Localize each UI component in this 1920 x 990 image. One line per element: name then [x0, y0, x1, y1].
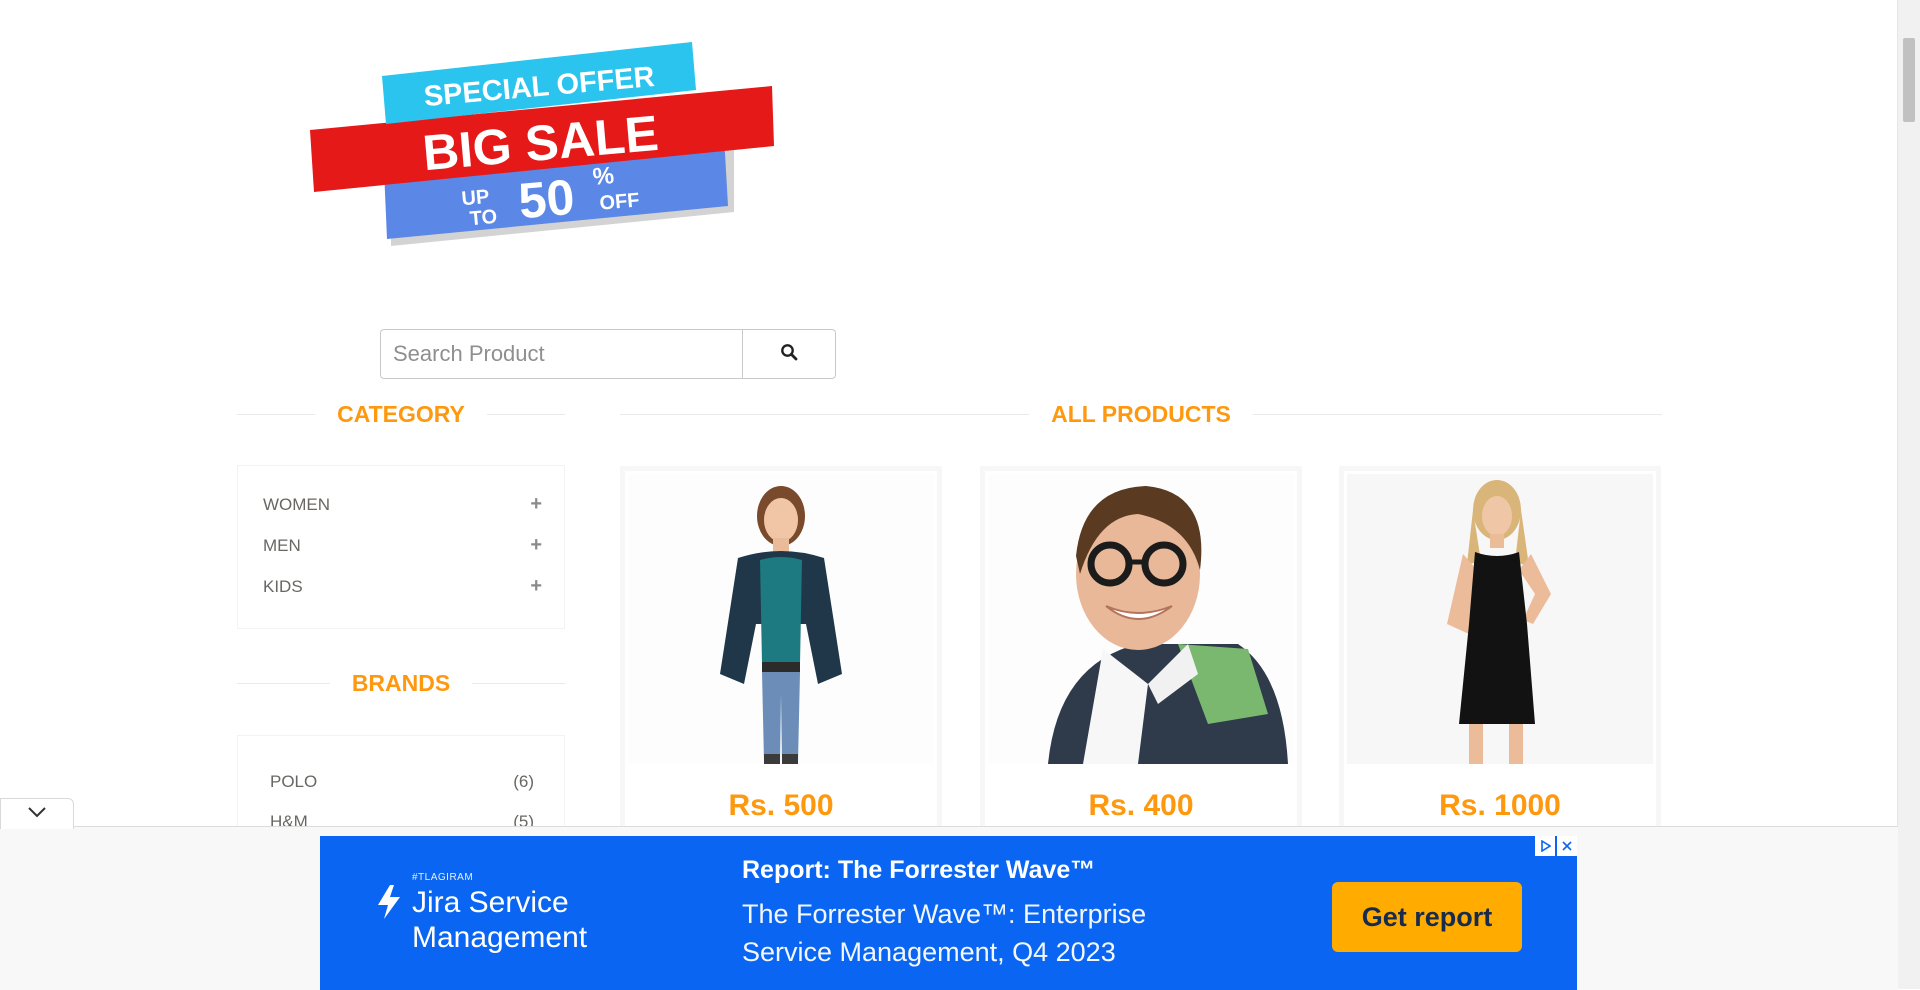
product-image[interactable] [628, 474, 934, 764]
close-icon[interactable] [1557, 836, 1577, 856]
scrollbar-thumb[interactable] [1903, 38, 1915, 122]
category-panel: WOMEN + MEN + KIDS + [237, 465, 565, 629]
divider [620, 413, 1030, 415]
brands-title: BRANDS [351, 669, 451, 696]
ad-collapse-button[interactable] [0, 798, 74, 829]
banner-percent-sign: % [592, 162, 616, 191]
category-title: CATEGORY [337, 400, 465, 427]
ad-banner[interactable]: #TLAGIRAM Jira Service Management Report… [320, 836, 1577, 990]
category-item-kids[interactable]: KIDS + [238, 566, 564, 607]
divider [486, 413, 565, 415]
get-report-button[interactable]: Get report [1332, 882, 1522, 952]
brand-name: POLO [270, 772, 318, 791]
ad-brand-name: Jira Service Management [412, 886, 588, 954]
product-price: Rs. 400 [1088, 789, 1194, 822]
search-button[interactable] [742, 329, 836, 379]
product-image[interactable] [1347, 474, 1653, 764]
banner-off: OFF [599, 189, 641, 214]
ad-area: #TLAGIRAM Jira Service Management Report… [0, 826, 1898, 990]
divider [472, 682, 566, 684]
search-icon [780, 343, 798, 366]
ad-copy: Report: The Forrester Wave™ The Forreste… [742, 856, 1202, 971]
divider [237, 682, 330, 684]
plus-icon[interactable]: + [530, 493, 542, 516]
brands-heading: BRANDS [237, 668, 566, 698]
divider [1252, 413, 1662, 415]
search-bar [380, 329, 836, 379]
brand-item-polo[interactable]: POLO (6) [238, 762, 564, 802]
chevron-down-icon [26, 805, 48, 824]
category-label: MEN [263, 535, 301, 555]
plus-icon[interactable]: + [530, 575, 542, 598]
product-card[interactable]: Rs. 400 [980, 466, 1302, 866]
product-card[interactable]: Rs. 1000 [1339, 466, 1661, 866]
vertical-scrollbar[interactable] [1897, 0, 1920, 989]
product-image[interactable] [988, 474, 1294, 764]
search-input[interactable] [380, 329, 743, 379]
ad-controls [1535, 836, 1577, 856]
ad-brand-logo: #TLAGIRAM Jira Service Management [376, 872, 642, 955]
divider [237, 413, 316, 415]
banner-percent-value: 50 [516, 169, 576, 230]
ad-body: The Forrester Wave™: Enterprise Service … [742, 899, 1147, 967]
all-products-title: ALL PRODUCTS [1051, 400, 1231, 427]
sale-banner[interactable]: SPECIAL OFFER BIG SALE UP TO 50 % OFF [304, 26, 804, 256]
category-item-men[interactable]: MEN + [238, 525, 564, 566]
brand-count: (6) [513, 772, 534, 791]
plus-icon[interactable]: + [530, 534, 542, 557]
all-products-heading: ALL PRODUCTS [620, 399, 1662, 429]
ad-headline: Report: The Forrester Wave™ [742, 856, 1096, 884]
product-price: Rs. 500 [728, 789, 834, 822]
ad-choices-icon[interactable] [1535, 836, 1555, 856]
ad-tag: #TLAGIRAM [412, 872, 474, 883]
category-label: WOMEN [263, 494, 331, 514]
product-card[interactable]: Rs. 500 [620, 466, 942, 866]
product-price: Rs. 1000 [1439, 789, 1561, 822]
banner-to: TO [469, 206, 498, 230]
category-heading: CATEGORY [237, 399, 565, 429]
lightning-icon [376, 885, 402, 924]
category-item-women[interactable]: WOMEN + [238, 484, 564, 525]
category-label: KIDS [263, 576, 303, 596]
